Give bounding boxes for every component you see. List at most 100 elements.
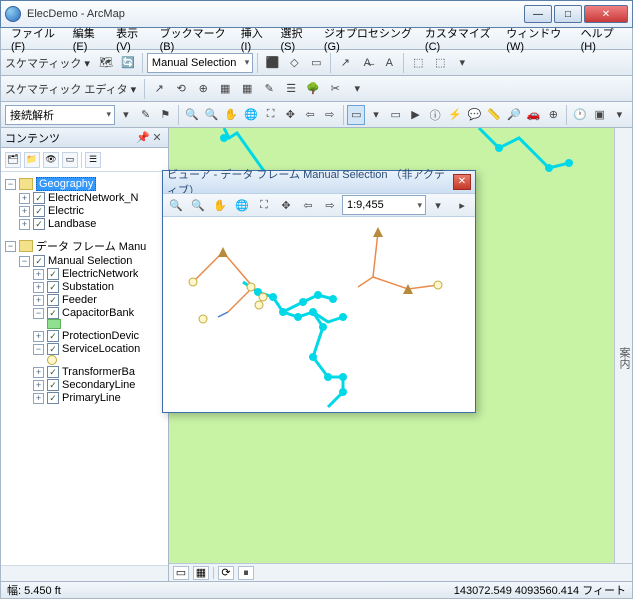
expand-icon[interactable]: + xyxy=(33,380,44,391)
time-slider-icon[interactable]: 🕐 xyxy=(571,105,589,125)
goto-xy-icon[interactable]: ⊕ xyxy=(545,105,563,125)
zoom-out-icon[interactable]: 🔍 xyxy=(203,105,221,125)
menu-window[interactable]: ウィンドウ(W) xyxy=(500,23,574,55)
pan-icon[interactable]: ✋ xyxy=(210,195,230,215)
viewer-titlebar[interactable]: ビューア - データ フレーム Manual Selection （非アクティブ… xyxy=(163,171,475,193)
editor-icon[interactable]: ⊕ xyxy=(193,79,213,99)
schematic-generate-icon[interactable]: 🗺 xyxy=(96,53,116,73)
toolbar-label-schematic[interactable]: スケマティック ▾ xyxy=(5,55,90,71)
minimize-button[interactable]: — xyxy=(524,5,552,23)
checkbox[interactable]: ✓ xyxy=(47,330,59,342)
more-icon[interactable]: ▸ xyxy=(452,195,472,215)
tree-item[interactable]: ServiceLocation xyxy=(62,343,140,355)
pause-icon[interactable]: ⏸ xyxy=(238,566,254,580)
pan-icon[interactable]: ✋ xyxy=(222,105,240,125)
refresh-icon[interactable]: ⟳ xyxy=(218,566,234,580)
measure-icon[interactable]: 📏 xyxy=(485,105,503,125)
options-icon[interactable]: ☰ xyxy=(85,152,101,168)
menu-insert[interactable]: 挿入(I) xyxy=(235,23,275,55)
collapse-icon[interactable]: − xyxy=(19,256,30,267)
close-button[interactable]: ✕ xyxy=(584,5,628,23)
checkbox[interactable]: ✓ xyxy=(47,268,59,280)
viewer-scale-combo[interactable]: 1:9,455 xyxy=(342,195,426,215)
editor-icon[interactable]: ↗ xyxy=(149,79,169,99)
network-analysis-combo[interactable]: 接続解析 xyxy=(5,105,115,125)
tool-icon[interactable]: ◇ xyxy=(284,53,304,73)
hyperlink-icon[interactable]: ⚡ xyxy=(446,105,464,125)
expand-icon[interactable]: + xyxy=(33,393,44,404)
tool-icon[interactable]: ⬚ xyxy=(408,53,428,73)
schematic-update-icon[interactable]: 🔄 xyxy=(118,53,138,73)
dropdown-icon[interactable]: ▾ xyxy=(367,105,385,125)
list-by-visibility-icon[interactable]: 👁 xyxy=(43,152,59,168)
menu-select[interactable]: 選択(S) xyxy=(274,23,317,55)
editor-icon[interactable]: ✎ xyxy=(259,79,279,99)
tree-item[interactable]: ProtectionDevic xyxy=(62,330,139,342)
checkbox[interactable]: ✓ xyxy=(47,343,59,355)
tool-icon[interactable]: A̶ xyxy=(357,53,377,73)
tree-item[interactable]: Landbase xyxy=(48,218,96,230)
editor-icon[interactable]: 🌳 xyxy=(303,79,323,99)
next-extent-icon[interactable]: ⇨ xyxy=(320,195,340,215)
tree-item[interactable]: PrimaryLine xyxy=(62,392,121,404)
editor-icon[interactable]: ⟲ xyxy=(171,79,191,99)
menu-geoprocessing[interactable]: ジオプロセシング(G) xyxy=(318,23,419,55)
menu-edit[interactable]: 編集(E) xyxy=(67,23,110,55)
expand-icon[interactable]: + xyxy=(19,193,30,204)
editor-icon[interactable]: ✂ xyxy=(325,79,345,99)
editor-icon[interactable]: ▦ xyxy=(237,79,257,99)
menu-file[interactable]: ファイル(F) xyxy=(5,23,67,55)
menu-view[interactable]: 表示(V) xyxy=(110,23,153,55)
expand-icon[interactable]: + xyxy=(19,219,30,230)
dropdown-icon[interactable]: ▾ xyxy=(452,53,472,73)
checkbox[interactable]: ✓ xyxy=(47,307,59,319)
zoom-in-icon[interactable]: 🔍 xyxy=(166,195,186,215)
identify-icon[interactable]: ⓘ xyxy=(426,105,444,125)
checkbox[interactable]: ✓ xyxy=(33,205,45,217)
checkbox[interactable]: ✓ xyxy=(33,218,45,230)
toc-scrollbar[interactable] xyxy=(1,565,168,581)
globe-icon[interactable]: 🌐 xyxy=(242,105,260,125)
tree-item[interactable]: Manual Selection xyxy=(48,255,132,267)
checkbox[interactable]: ✓ xyxy=(47,366,59,378)
data-view-tab[interactable]: ▭ xyxy=(173,566,189,580)
dropdown-icon[interactable]: ▾ xyxy=(428,195,448,215)
viewer-icon[interactable]: ▣ xyxy=(591,105,609,125)
tree-item[interactable]: TransformerBa xyxy=(62,366,135,378)
menu-bookmark[interactable]: ブックマーク(B) xyxy=(154,23,235,55)
maximize-button[interactable]: □ xyxy=(554,5,582,23)
tree-item-geography[interactable]: Geography xyxy=(36,177,96,191)
full-extent-icon[interactable]: ⛶ xyxy=(254,195,274,215)
tool-icon[interactable]: ▭ xyxy=(306,53,326,73)
list-by-source-icon[interactable]: 📁 xyxy=(24,152,40,168)
collapse-icon[interactable]: − xyxy=(33,308,44,319)
checkbox[interactable]: ✓ xyxy=(33,192,45,204)
editor-icon[interactable]: ▦ xyxy=(215,79,235,99)
viewer-window[interactable]: ビューア - データ フレーム Manual Selection （非アクティブ… xyxy=(162,170,476,413)
expand-icon[interactable]: + xyxy=(33,269,44,280)
expand-icon[interactable]: + xyxy=(33,331,44,342)
zoom-in-icon[interactable]: 🔍 xyxy=(183,105,201,125)
find-route-icon[interactable]: 🚗 xyxy=(525,105,543,125)
close-panel-icon[interactable]: ✕ xyxy=(150,131,164,144)
tree-item[interactable]: Electric xyxy=(48,205,84,217)
checkbox[interactable]: ✓ xyxy=(47,379,59,391)
list-by-drawing-icon[interactable]: 🗂 xyxy=(5,152,21,168)
collapse-icon[interactable]: − xyxy=(5,179,16,190)
tree-item[interactable]: ElectricNetwork_N xyxy=(48,192,138,204)
fixed-zoom-icon[interactable]: ✥ xyxy=(282,105,300,125)
side-tab[interactable]: 案内 xyxy=(614,128,632,581)
tool-icon[interactable]: A xyxy=(379,53,399,73)
edit-icon[interactable]: ✎ xyxy=(137,105,155,125)
expand-icon[interactable]: + xyxy=(33,295,44,306)
tree-item[interactable]: CapacitorBank xyxy=(62,307,134,319)
expand-icon[interactable]: + xyxy=(33,282,44,293)
tool-icon[interactable]: ⬚ xyxy=(430,53,450,73)
fixed-zoom-icon[interactable]: ✥ xyxy=(276,195,296,215)
tree-item[interactable]: SecondaryLine xyxy=(62,379,135,391)
tree-item-dataframe[interactable]: データ フレーム Manu xyxy=(36,238,146,254)
next-extent-icon[interactable]: ⇨ xyxy=(321,105,339,125)
checkbox[interactable]: ✓ xyxy=(47,281,59,293)
menu-customize[interactable]: カスタマイズ(C) xyxy=(419,23,500,55)
dropdown-icon[interactable]: ▾ xyxy=(347,79,367,99)
